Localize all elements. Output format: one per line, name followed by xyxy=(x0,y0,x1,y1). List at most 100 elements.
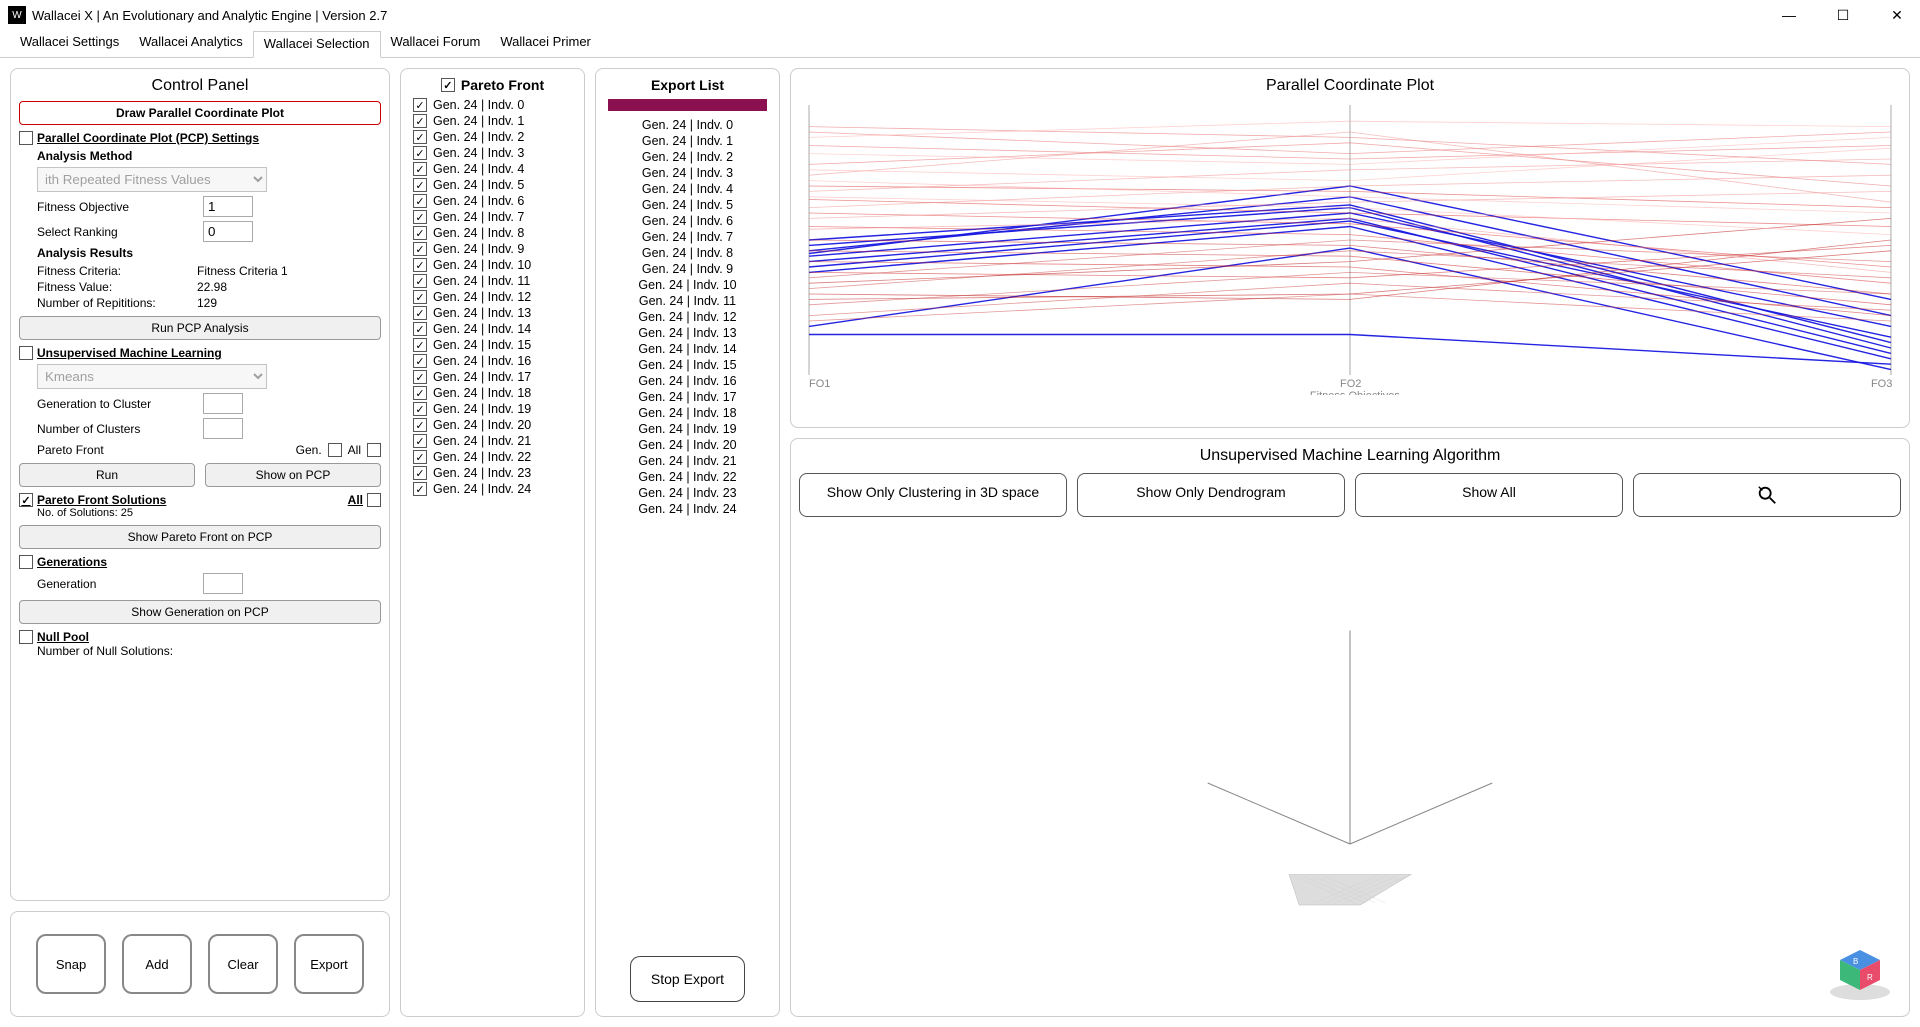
export-list-item[interactable]: Gen. 24 | Indv. 8 xyxy=(604,245,771,261)
pareto-list-item[interactable]: Gen. 24 | Indv. 12 xyxy=(409,289,576,305)
pareto-list-item[interactable]: Gen. 24 | Indv. 0 xyxy=(409,97,576,113)
pareto-list-item[interactable]: Gen. 24 | Indv. 15 xyxy=(409,337,576,353)
select-ranking-input[interactable] xyxy=(203,221,253,242)
list-item-checkbox[interactable] xyxy=(413,370,427,384)
tab-wallacei-analytics[interactable]: Wallacei Analytics xyxy=(129,30,253,57)
tab-wallacei-forum[interactable]: Wallacei Forum xyxy=(381,30,491,57)
pareto-all-checkbox[interactable] xyxy=(367,443,381,457)
pareto-list-item[interactable]: Gen. 24 | Indv. 9 xyxy=(409,241,576,257)
list-item-checkbox[interactable] xyxy=(413,258,427,272)
export-list-item[interactable]: Gen. 24 | Indv. 23 xyxy=(604,485,771,501)
export-list-item[interactable]: Gen. 24 | Indv. 12 xyxy=(604,309,771,325)
snap-button[interactable]: Snap xyxy=(36,934,106,994)
export-list-item[interactable]: Gen. 24 | Indv. 0 xyxy=(604,117,771,133)
list-item-checkbox[interactable] xyxy=(413,466,427,480)
export-list-item[interactable]: Gen. 24 | Indv. 22 xyxy=(604,469,771,485)
list-item-checkbox[interactable] xyxy=(413,242,427,256)
list-item-checkbox[interactable] xyxy=(413,178,427,192)
show-on-pcp-button[interactable]: Show on PCP xyxy=(205,463,381,487)
export-list-item[interactable]: Gen. 24 | Indv. 16 xyxy=(604,373,771,389)
clear-button[interactable]: Clear xyxy=(208,934,278,994)
pareto-list-item[interactable]: Gen. 24 | Indv. 1 xyxy=(409,113,576,129)
pareto-list-item[interactable]: Gen. 24 | Indv. 3 xyxy=(409,145,576,161)
pareto-list-item[interactable]: Gen. 24 | Indv. 10 xyxy=(409,257,576,273)
pareto-list-item[interactable]: Gen. 24 | Indv. 14 xyxy=(409,321,576,337)
stop-export-button[interactable]: Stop Export xyxy=(630,956,745,1002)
pareto-list-item[interactable]: Gen. 24 | Indv. 23 xyxy=(409,465,576,481)
tab-wallacei-settings[interactable]: Wallacei Settings xyxy=(10,30,129,57)
list-item-checkbox[interactable] xyxy=(413,98,427,112)
list-item-checkbox[interactable] xyxy=(413,386,427,400)
export-list-item[interactable]: Gen. 24 | Indv. 21 xyxy=(604,453,771,469)
pareto-list-item[interactable]: Gen. 24 | Indv. 2 xyxy=(409,129,576,145)
export-list-item[interactable]: Gen. 24 | Indv. 5 xyxy=(604,197,771,213)
pareto-list-item[interactable]: Gen. 24 | Indv. 22 xyxy=(409,449,576,465)
pareto-list-item[interactable]: Gen. 24 | Indv. 24 xyxy=(409,481,576,497)
null-pool-checkbox[interactable] xyxy=(19,630,33,644)
export-list-item[interactable]: Gen. 24 | Indv. 13 xyxy=(604,325,771,341)
view-cube-icon[interactable]: B R xyxy=(1825,942,1895,1002)
export-list-item[interactable]: Gen. 24 | Indv. 4 xyxy=(604,181,771,197)
list-item-checkbox[interactable] xyxy=(413,482,427,496)
pareto-list-item[interactable]: Gen. 24 | Indv. 21 xyxy=(409,433,576,449)
list-item-checkbox[interactable] xyxy=(413,130,427,144)
list-item-checkbox[interactable] xyxy=(413,354,427,368)
list-item-checkbox[interactable] xyxy=(413,418,427,432)
show-generation-button[interactable]: Show Generation on PCP xyxy=(19,600,381,624)
uml-checkbox[interactable] xyxy=(19,346,33,360)
pareto-list-item[interactable]: Gen. 24 | Indv. 19 xyxy=(409,401,576,417)
fitness-objective-input[interactable] xyxy=(203,196,253,217)
pareto-list-master-checkbox[interactable] xyxy=(441,78,455,92)
pareto-list-item[interactable]: Gen. 24 | Indv. 11 xyxy=(409,273,576,289)
pareto-list-item[interactable]: Gen. 24 | Indv. 5 xyxy=(409,177,576,193)
list-item-checkbox[interactable] xyxy=(413,274,427,288)
minimize-button[interactable]: — xyxy=(1774,7,1804,24)
list-item-checkbox[interactable] xyxy=(413,210,427,224)
pareto-list-item[interactable]: Gen. 24 | Indv. 7 xyxy=(409,209,576,225)
list-item-checkbox[interactable] xyxy=(413,146,427,160)
list-item-checkbox[interactable] xyxy=(413,226,427,240)
add-button[interactable]: Add xyxy=(122,934,192,994)
list-item-checkbox[interactable] xyxy=(413,450,427,464)
list-item-checkbox[interactable] xyxy=(413,306,427,320)
draw-pcp-button[interactable]: Draw Parallel Coordinate Plot xyxy=(19,101,381,125)
tab-wallacei-primer[interactable]: Wallacei Primer xyxy=(490,30,601,57)
pareto-list-item[interactable]: Gen. 24 | Indv. 8 xyxy=(409,225,576,241)
list-item-checkbox[interactable] xyxy=(413,322,427,336)
uml-run-button[interactable]: Run xyxy=(19,463,195,487)
list-item-checkbox[interactable] xyxy=(413,402,427,416)
export-list-item[interactable]: Gen. 24 | Indv. 11 xyxy=(604,293,771,309)
export-list-item[interactable]: Gen. 24 | Indv. 19 xyxy=(604,421,771,437)
pcp-settings-checkbox[interactable] xyxy=(19,131,33,145)
list-item-checkbox[interactable] xyxy=(413,290,427,304)
export-list-item[interactable]: Gen. 24 | Indv. 3 xyxy=(604,165,771,181)
list-item-checkbox[interactable] xyxy=(413,114,427,128)
export-list-item[interactable]: Gen. 24 | Indv. 24 xyxy=(604,501,771,517)
export-list-item[interactable]: Gen. 24 | Indv. 17 xyxy=(604,389,771,405)
list-item-checkbox[interactable] xyxy=(413,338,427,352)
pareto-list-item[interactable]: Gen. 24 | Indv. 16 xyxy=(409,353,576,369)
export-list-item[interactable]: Gen. 24 | Indv. 10 xyxy=(604,277,771,293)
export-list-item[interactable]: Gen. 24 | Indv. 15 xyxy=(604,357,771,373)
show-pareto-button[interactable]: Show Pareto Front on PCP xyxy=(19,525,381,549)
pareto-list-item[interactable]: Gen. 24 | Indv. 20 xyxy=(409,417,576,433)
list-item-checkbox[interactable] xyxy=(413,194,427,208)
num-clusters-input[interactable] xyxy=(203,418,243,439)
tab-wallacei-selection[interactable]: Wallacei Selection xyxy=(253,31,381,58)
export-button[interactable]: Export xyxy=(294,934,364,994)
export-list-item[interactable]: Gen. 24 | Indv. 18 xyxy=(604,405,771,421)
export-list-item[interactable]: Gen. 24 | Indv. 14 xyxy=(604,341,771,357)
export-list-item[interactable]: Gen. 24 | Indv. 7 xyxy=(604,229,771,245)
maximize-button[interactable]: ☐ xyxy=(1828,7,1858,24)
export-list-item[interactable]: Gen. 24 | Indv. 2 xyxy=(604,149,771,165)
export-list-item[interactable]: Gen. 24 | Indv. 9 xyxy=(604,261,771,277)
list-item-checkbox[interactable] xyxy=(413,162,427,176)
pareto-list-item[interactable]: Gen. 24 | Indv. 6 xyxy=(409,193,576,209)
uml-algo-select[interactable]: Kmeans xyxy=(37,364,267,389)
pareto-solutions-checkbox[interactable] xyxy=(19,493,33,507)
pareto-list-item[interactable]: Gen. 24 | Indv. 13 xyxy=(409,305,576,321)
gen-to-cluster-input[interactable] xyxy=(203,393,243,414)
run-pcp-button[interactable]: Run PCP Analysis xyxy=(19,316,381,340)
export-list-item[interactable]: Gen. 24 | Indv. 6 xyxy=(604,213,771,229)
export-list-item[interactable]: Gen. 24 | Indv. 1 xyxy=(604,133,771,149)
